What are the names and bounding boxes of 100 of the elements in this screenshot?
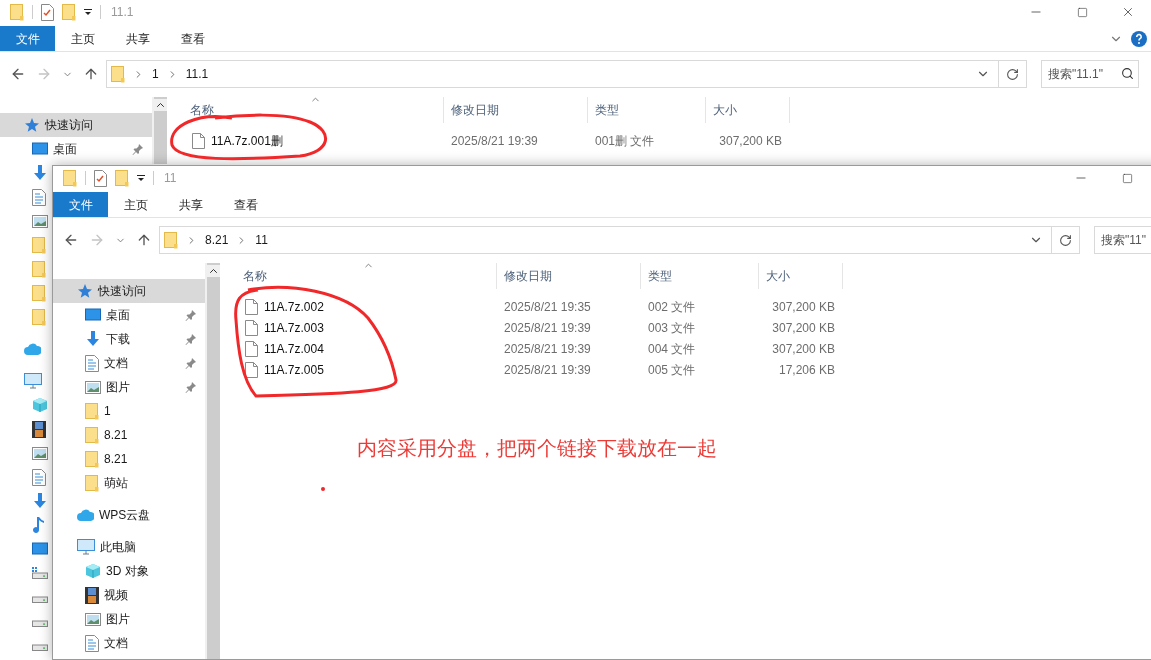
checkmark-document-icon[interactable] [41,3,54,21]
file-menu-button[interactable]: 文件 [53,192,108,217]
nav-item[interactable]: 下载 [53,327,205,351]
folder-icon [85,474,99,492]
up-icon[interactable] [136,232,152,248]
picture-icon [32,214,48,228]
column-header[interactable]: 大小 [706,97,790,123]
nav-item[interactable]: 图片 [53,375,205,399]
folder-icon [32,260,46,278]
nav-item[interactable]: 图片 [53,607,205,631]
folder-icon [63,169,77,187]
ribbon-tab[interactable]: 主页 [108,192,163,217]
file-menu-button[interactable]: 文件 [0,26,55,51]
file-icon [245,319,258,336]
nav-item[interactable]: 文档 [53,631,205,655]
maximize-icon[interactable] [1076,6,1088,18]
column-header[interactable]: 修改日期 [444,97,588,123]
nav-item[interactable]: 此电脑 [53,535,205,559]
ribbon-tab[interactable]: 查看 [218,192,273,217]
nav-item[interactable]: 8.21 [53,423,205,447]
size-cell: 307,200 KB [772,341,835,356]
type-cell: 005 文件 [648,362,696,377]
column-header[interactable]: 大小 [759,263,843,289]
nav-label: 图片 [106,379,130,396]
window-title: 11 [164,170,177,187]
nav-item[interactable]: 快速访问 [53,279,205,303]
nav-label: 文档 [104,635,128,652]
search-field[interactable]: 搜索"11.1" [1041,60,1139,88]
dropdown-icon[interactable] [137,174,145,182]
refresh-button[interactable] [1052,226,1080,254]
file-name[interactable]: 11A.7z.004 [264,339,324,358]
nav-item[interactable]: 桌面 [53,303,205,327]
annotation-dot [321,487,325,491]
download-icon [32,165,48,181]
nav-item[interactable]: 桌面 [0,137,152,161]
column-header[interactable]: 类型 [641,263,759,289]
refresh-button[interactable] [999,60,1027,88]
file-name[interactable]: 11A.7z.001删 [211,131,283,150]
ribbon-tab[interactable]: 查看 [165,26,220,51]
scrollbar[interactable] [205,263,220,659]
ribbon-tab[interactable]: 主页 [55,26,110,51]
date-cell: 2025/8/21 19:35 [504,299,591,314]
ribbon-tab[interactable]: 共享 [163,192,218,217]
scrollbar[interactable] [152,97,167,164]
folder-icon [32,236,46,254]
nav-item[interactable]: 文档 [53,351,205,375]
column-header[interactable]: 修改日期 [497,263,641,289]
nav-item[interactable]: 3D 对象 [53,559,205,583]
nav-item[interactable]: 视频 [53,583,205,607]
breadcrumb[interactable]: 1 [152,65,159,83]
size-cell: 17,206 KB [778,362,835,377]
column-header[interactable]: 类型 [588,97,706,123]
folder-icon [85,426,99,444]
help-icon[interactable] [1131,30,1147,47]
download-icon [32,493,48,509]
up-icon[interactable] [83,66,99,82]
breadcrumb[interactable]: 8.21 [205,231,229,249]
file-name[interactable]: 11A.7z.005 [264,360,324,379]
address-bar[interactable]: 1 11.1 [106,60,999,88]
refresh-icon[interactable] [1059,233,1072,247]
nav-item[interactable]: 1 [53,399,205,423]
close-icon[interactable] [1121,5,1135,19]
ribbon-tab[interactable]: 共享 [110,26,165,51]
breadcrumb[interactable]: 11.1 [185,65,209,83]
cloud-icon [24,343,41,355]
nav-label: 图片 [106,611,130,628]
back-icon[interactable] [10,66,26,82]
nav-item[interactable]: 8.21 [53,447,205,471]
nav-label: 桌面 [53,141,77,158]
maximize-icon[interactable] [1121,172,1133,184]
picture-icon [85,612,101,626]
file-name[interactable]: 11A.7z.002 [264,297,324,316]
search-icon[interactable] [1121,67,1134,80]
nav-label: 萌站 [104,475,128,492]
type-cell: 004 文件 [648,341,696,356]
nav-label: 1 [104,403,111,420]
folder-icon [85,450,99,468]
folder-icon [111,65,125,83]
checkmark-document-icon[interactable] [94,169,107,187]
nav-label: 下载 [106,331,130,348]
column-header[interactable]: 名称 [221,263,497,289]
folder-icon [85,402,99,420]
search-field[interactable]: 搜索"11" [1094,226,1151,254]
nav-item[interactable]: 快速访问 [0,113,152,137]
breadcrumb[interactable]: 11 [255,231,268,249]
nav-label: 快速访问 [98,283,146,300]
date-cell: 2025/8/21 19:39 [451,133,538,148]
back-icon[interactable] [63,232,79,248]
file-icon [192,132,205,149]
nav-item[interactable]: WPS云盘 [53,503,205,527]
refresh-icon[interactable] [1006,67,1019,81]
nav-label: 3D 对象 [106,563,149,580]
column-header[interactable]: 名称 [168,97,444,123]
nav-label: 快速访问 [45,117,93,134]
scroll-up-icon[interactable] [207,265,220,277]
nav-item[interactable]: 萌站 [53,471,205,495]
dropdown-icon[interactable] [84,8,92,16]
file-name[interactable]: 11A.7z.003 [264,318,324,337]
scroll-up-icon[interactable] [154,99,167,111]
address-bar[interactable]: 8.21 11 [159,226,1052,254]
